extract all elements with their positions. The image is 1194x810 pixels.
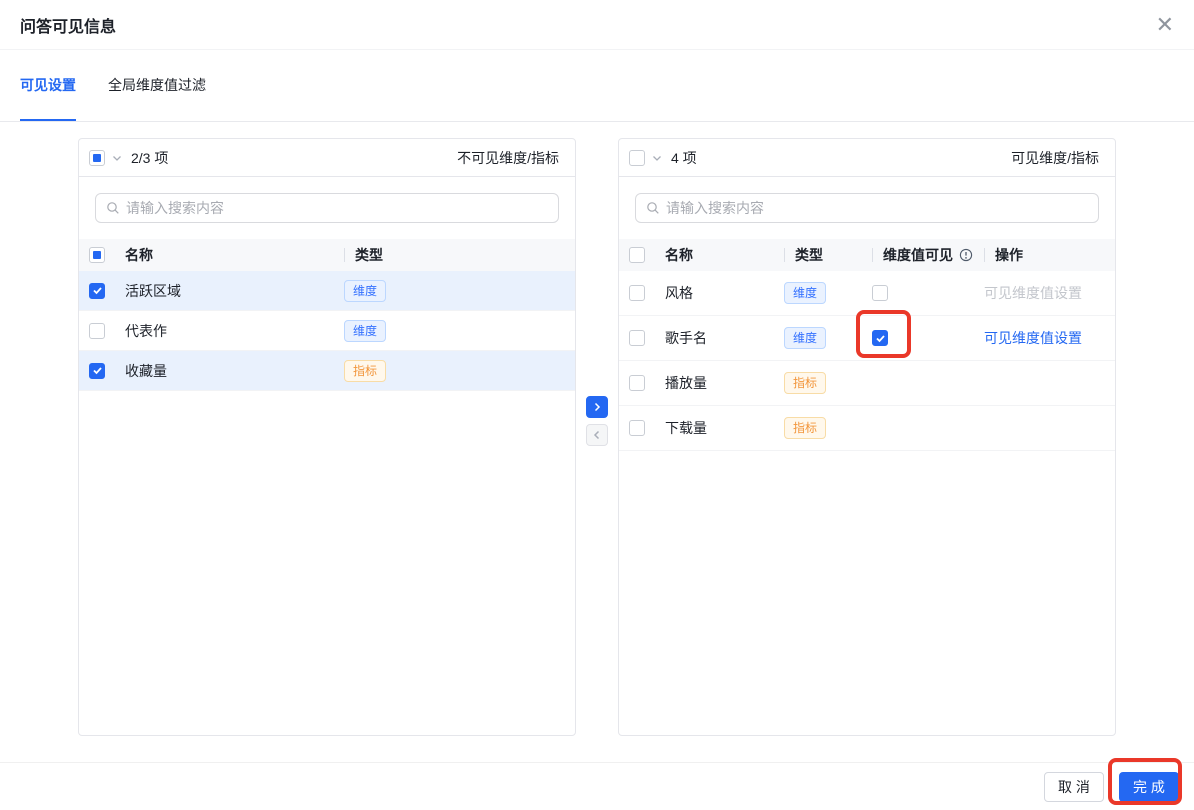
check-icon [875,334,885,342]
dim-value-setting-link[interactable]: 可见维度值设置 [984,328,1082,348]
header-checkbox[interactable] [89,247,105,263]
info-icon[interactable] [959,248,973,262]
table-row[interactable]: 歌手名 维度 可见维度值设置 [619,310,1115,361]
table-row[interactable]: 活跃区域 维度 [79,271,575,311]
table-row[interactable]: 代表作 维度 [79,311,575,351]
tab-global-dimension-filter[interactable]: 全局维度值过滤 [108,50,206,121]
move-right-button[interactable] [586,396,608,418]
type-tag: 维度 [784,282,827,304]
transfer-buttons [586,396,608,446]
search-icon [106,201,120,215]
row-name: 收藏量 [125,362,167,379]
dialog-footer: 取 消 完 成 [0,757,1194,810]
invisible-panel-header: 2/3 项 不可见维度/指标 [79,139,575,177]
row-checkbox[interactable] [629,375,645,391]
row-checkbox[interactable] [629,330,645,346]
check-icon [92,367,102,375]
chevron-down-icon[interactable] [111,152,123,164]
type-tag: 维度 [344,279,387,302]
right-table-header: 名称 类型 维度值可见 操作 [619,239,1115,271]
selected-count: 4 项 [671,149,697,166]
check-icon [92,287,102,295]
column-type: 类型 [795,247,823,263]
chevron-right-icon [594,402,601,412]
search-icon [646,201,660,215]
dim-value-setting-link: 可见维度值设置 [984,285,1082,301]
row-name: 播放量 [665,375,707,391]
type-tag: 维度 [784,327,827,349]
select-all-checkbox[interactable] [89,149,105,166]
column-divider [784,248,785,262]
select-all-checkbox[interactable] [629,149,645,166]
row-name: 歌手名 [665,330,707,346]
row-name: 下载量 [665,420,707,436]
column-name: 名称 [125,247,153,263]
column-divider [344,248,345,262]
tab-bar: 可见设置 全局维度值过滤 [0,50,1194,122]
close-icon[interactable]: ✕ [1156,13,1174,36]
type-tag: 指标 [784,417,827,439]
column-name: 名称 [665,247,693,263]
type-tag: 指标 [784,372,827,394]
column-dim-visible: 维度值可见 [883,247,953,263]
row-checkbox[interactable] [89,322,105,339]
left-table-header: 名称 类型 [79,239,575,271]
indeterminate-mark [93,153,101,162]
table-row[interactable]: 风格 维度 可见维度值设置 [619,271,1115,316]
left-search-input[interactable] [126,200,548,216]
row-checkbox[interactable] [629,420,645,436]
dialog-header: 问答可见信息 ✕ [0,0,1194,50]
column-divider [984,248,985,262]
type-tag: 维度 [344,319,387,342]
right-search[interactable] [635,193,1099,223]
chevron-down-icon[interactable] [651,152,663,164]
invisible-panel-label: 不可见维度/指标 [457,149,559,166]
selected-count: 2/3 项 [131,149,169,166]
row-checkbox[interactable] [89,282,105,299]
transfer-content: 2/3 项 不可见维度/指标 名称 类型 [0,122,1194,736]
dim-visible-checkbox[interactable] [872,285,888,301]
left-search[interactable] [95,193,559,223]
column-action: 操作 [995,247,1023,263]
invisible-panel: 2/3 项 不可见维度/指标 名称 类型 [78,138,576,736]
chevron-left-icon [593,430,600,440]
indeterminate-mark [93,251,101,259]
column-type: 类型 [355,247,383,263]
row-checkbox[interactable] [89,362,105,379]
cancel-button[interactable]: 取 消 [1044,771,1104,802]
right-search-input[interactable] [666,200,1088,216]
dialog-title: 问答可见信息 [20,18,117,36]
row-name: 风格 [665,285,693,301]
tab-visible-settings[interactable]: 可见设置 [20,50,76,121]
visible-panel-label: 可见维度/指标 [1011,149,1099,166]
table-row[interactable]: 收藏量 指标 [79,351,575,391]
table-row[interactable]: 播放量 指标 [619,361,1115,406]
row-checkbox[interactable] [629,285,645,301]
column-divider [872,248,873,262]
move-left-button[interactable] [586,424,608,446]
type-tag: 指标 [344,359,387,382]
dim-visible-checkbox[interactable] [872,330,888,346]
header-checkbox[interactable] [629,247,645,263]
visible-panel: 4 项 可见维度/指标 名称 类型 维度值可见 [618,138,1116,736]
row-name: 活跃区域 [125,282,181,299]
visible-panel-header: 4 项 可见维度/指标 [619,139,1115,177]
done-button[interactable]: 完 成 [1119,771,1179,802]
table-row[interactable]: 下载量 指标 [619,406,1115,451]
row-name: 代表作 [125,322,167,339]
